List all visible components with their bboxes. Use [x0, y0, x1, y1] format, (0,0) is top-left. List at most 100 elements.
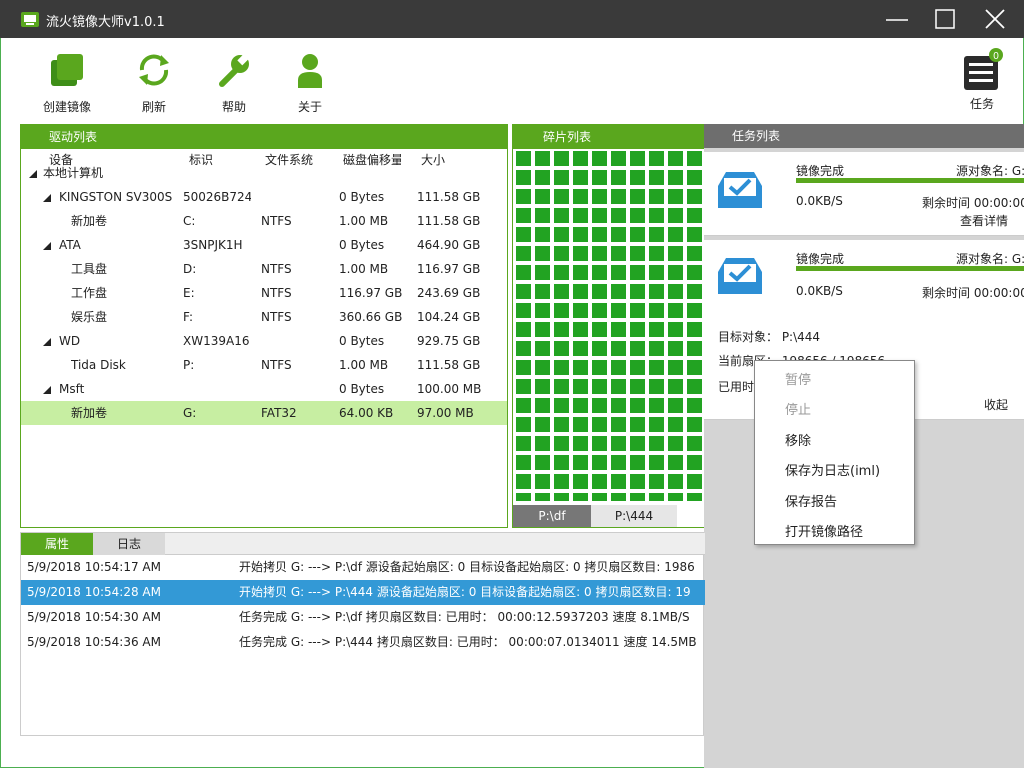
menu-item-pause[interactable]: 暂停 — [785, 369, 811, 388]
close-button[interactable] — [972, 4, 1018, 34]
fragment-cell — [668, 493, 683, 501]
fragment-tab-df[interactable]: P:\df — [513, 505, 591, 527]
fragment-cell — [535, 284, 550, 299]
fragment-cell — [611, 455, 626, 470]
volume-row[interactable]: 新加卷 G: FAT32 64.00 KB 97.00 MB — [21, 401, 507, 425]
fragment-cell — [611, 246, 626, 261]
fragment-cell — [668, 360, 683, 375]
task-target: 目标对象： P:\444 — [718, 330, 821, 344]
minimize-button[interactable] — [874, 4, 920, 34]
drive-offset: 116.97 GB — [339, 286, 403, 300]
menu-item-save-log[interactable]: 保存为日志(iml) — [785, 460, 880, 479]
log-row[interactable]: 5/9/2018 10:54:28 AM 开始拷贝 G: ---> P:\444 … — [21, 580, 705, 605]
maximize-icon — [935, 9, 955, 29]
close-icon — [985, 9, 1005, 29]
drive-fs: NTFS — [261, 286, 292, 300]
disk-row[interactable]: Msft 0 Bytes 100.00 MB — [21, 377, 507, 401]
drive-offset: 0 Bytes — [339, 334, 385, 348]
drive-id: D: — [183, 262, 197, 276]
fragment-cell — [573, 208, 588, 223]
tab-properties[interactable]: 属性 — [21, 533, 93, 555]
fragment-cell — [516, 436, 531, 451]
volume-row[interactable]: 工作盘 E: NTFS 116.97 GB 243.69 GB — [21, 281, 507, 305]
task-remaining: 剩余时间 00:00:00 — [922, 286, 1024, 300]
volume-row[interactable]: 工具盘 D: NTFS 1.00 MB 116.97 GB — [21, 257, 507, 281]
task-speed: 0.0KB/S — [796, 284, 843, 298]
volume-row[interactable]: 新加卷 C: NTFS 1.00 MB 111.58 GB — [21, 209, 507, 233]
fragment-cell — [535, 322, 550, 337]
fragment-cell — [516, 284, 531, 299]
collapse-link[interactable]: 收起 — [984, 396, 1008, 413]
disk-row[interactable]: ATA 3SNPJK1H 0 Bytes 464.90 GB — [21, 233, 507, 257]
fragment-cell — [687, 379, 702, 394]
drive-size: 111.58 GB — [417, 190, 481, 204]
refresh-icon — [139, 54, 169, 86]
fragment-cell — [535, 303, 550, 318]
fragment-cell — [554, 265, 569, 280]
drive-id: P: — [183, 358, 195, 372]
maximize-button[interactable] — [922, 4, 968, 34]
fragment-cell — [649, 284, 664, 299]
fragment-cell — [611, 341, 626, 356]
drive-fs: NTFS — [261, 262, 292, 276]
fragment-cell — [592, 265, 607, 280]
task-list-header: 任务列表 — [704, 124, 1024, 148]
drive-offset: 0 Bytes — [339, 190, 385, 204]
tab-log[interactable]: 日志 — [93, 533, 165, 555]
disk-row[interactable]: KINGSTON SV300S 50026B724 0 Bytes 111.58 GB — [21, 185, 507, 209]
fragment-cell — [516, 227, 531, 242]
menu-item-save-report[interactable]: 保存报告 — [785, 491, 837, 510]
fragment-cell — [573, 227, 588, 242]
fragment-cell — [649, 417, 664, 432]
task-button[interactable]: 0 任务 — [960, 48, 1004, 112]
drive-size: 104.24 GB — [417, 310, 481, 324]
fragment-cell — [516, 246, 531, 261]
fragment-cell — [573, 284, 588, 299]
menu-item-open-image-path[interactable]: 打开镜像路径 — [785, 521, 863, 540]
log-time: 5/9/2018 10:54:30 AM — [27, 610, 161, 624]
fragment-cell — [630, 170, 645, 185]
inbox-check-icon — [718, 172, 762, 208]
volume-row[interactable]: Tida Disk P: NTFS 1.00 MB 111.58 GB — [21, 353, 507, 377]
fragment-cell — [687, 455, 702, 470]
fragment-cell — [573, 474, 588, 489]
help-button[interactable]: 帮助 — [199, 50, 269, 115]
fragment-cell — [687, 208, 702, 223]
fragment-cell — [535, 265, 550, 280]
fragment-cell — [573, 360, 588, 375]
fragment-cell — [592, 151, 607, 166]
fragment-tab-444[interactable]: P:\444 — [591, 505, 677, 527]
fragment-cell — [649, 493, 664, 501]
fragment-cell — [554, 322, 569, 337]
create-image-button[interactable]: 创建镜像 — [32, 50, 102, 115]
menu-item-stop[interactable]: 停止 — [785, 399, 811, 418]
fragment-cell — [630, 151, 645, 166]
refresh-button[interactable]: 刷新 — [119, 50, 189, 115]
disk-row[interactable]: WD XW139A16 0 Bytes 929.75 GB — [21, 329, 507, 353]
fragment-cell — [668, 398, 683, 413]
view-details-link[interactable]: 查看详情 — [960, 212, 1008, 229]
task-card[interactable]: 镜像完成 源对象名: G: 0.0KB/S 剩余时间 00:00:00 查看详情 — [704, 152, 1024, 236]
task-menu-icon: 0 — [964, 48, 1003, 90]
fragment-cell — [687, 151, 702, 166]
about-button[interactable]: 关于 — [275, 50, 345, 115]
volume-row[interactable]: 娱乐盘 F: NTFS 360.66 GB 104.24 GB — [21, 305, 507, 329]
tree-root[interactable]: 本地计算机 — [21, 161, 507, 185]
menu-item-remove[interactable]: 移除 — [785, 430, 811, 449]
drive-name: 新加卷 — [71, 406, 108, 420]
fragment-cell — [687, 170, 702, 185]
fragment-cell — [687, 493, 702, 501]
fragment-list-header: 碎片列表 — [513, 125, 707, 149]
fragment-cell — [668, 170, 683, 185]
log-message: 任务完成 G: ---> P:\df 拷贝扇区数目: 已用时： 00:00:12… — [239, 610, 690, 624]
fragment-cell — [630, 493, 645, 501]
wrench-icon — [219, 54, 249, 87]
fragment-cell — [611, 189, 626, 204]
log-row[interactable]: 5/9/2018 10:54:30 AM 任务完成 G: ---> P:\df 拷… — [21, 605, 705, 630]
drive-size: 100.00 MB — [417, 382, 482, 396]
fragment-cell — [573, 398, 588, 413]
fragment-list-panel: 碎片列表 P:\df P:\444 — [512, 124, 708, 528]
log-row[interactable]: 5/9/2018 10:54:36 AM 任务完成 G: ---> P:\444 … — [21, 630, 705, 655]
log-message: 开始拷贝 G: ---> P:\444 源设备起始扇区: 0 目标设备起始扇区:… — [239, 585, 691, 599]
log-row[interactable]: 5/9/2018 10:54:17 AM 开始拷贝 G: ---> P:\df 源… — [21, 555, 705, 580]
